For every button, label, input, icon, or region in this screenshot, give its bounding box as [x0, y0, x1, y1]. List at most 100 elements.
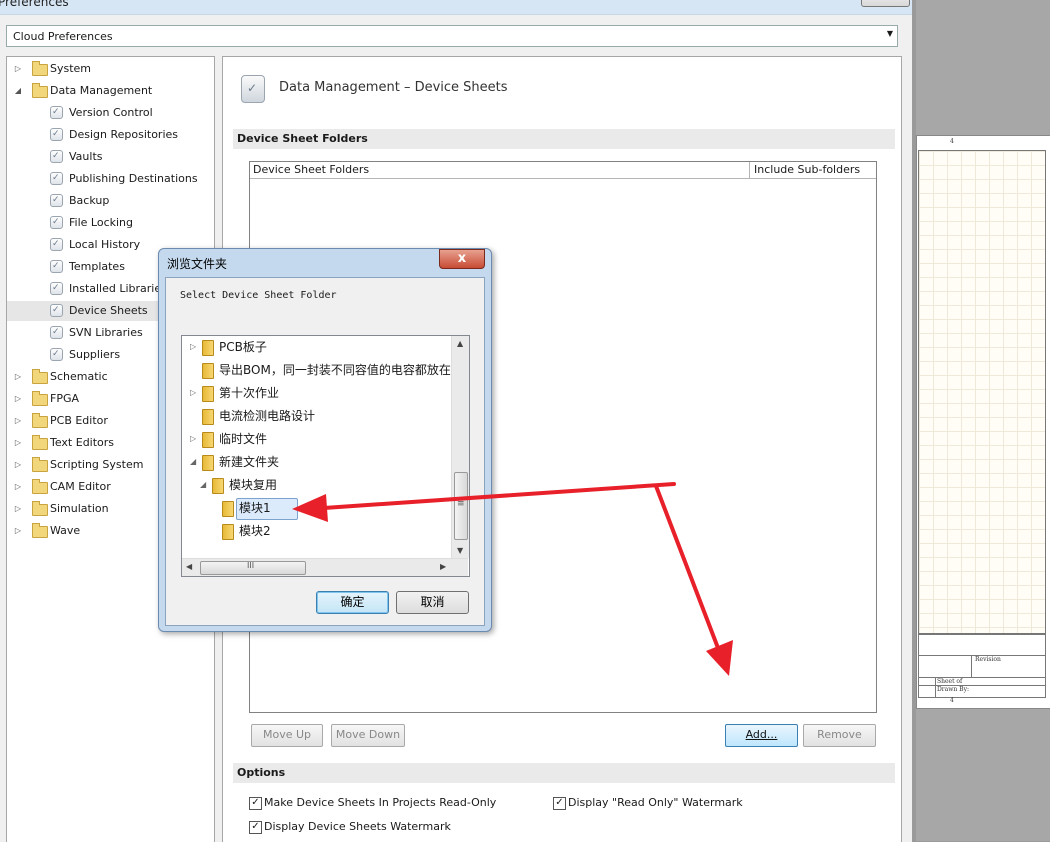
- folder-item[interactable]: ◢ 新建文件夹: [190, 452, 450, 472]
- window-close-button[interactable]: [861, 0, 910, 7]
- folder-item-label: 第十次作业: [219, 386, 280, 400]
- folder-item[interactable]: ▷ 临时文件: [190, 429, 450, 449]
- tree-item[interactable]: ▷ System: [7, 59, 212, 79]
- horizontal-scroll-thumb[interactable]: III: [200, 561, 306, 575]
- tree-item[interactable]: Design Repositories: [7, 124, 212, 145]
- tree-item[interactable]: File Locking: [7, 212, 212, 233]
- tree-item-label: Device Sheets: [69, 304, 148, 317]
- folder-icon: [202, 386, 214, 402]
- column-divider[interactable]: [749, 162, 750, 178]
- expand-icon[interactable]: ▷: [190, 429, 196, 449]
- collapse-icon[interactable]: ◢: [190, 452, 196, 472]
- collapse-icon[interactable]: ◢: [13, 81, 23, 101]
- remove-button[interactable]: Remove: [803, 724, 876, 747]
- sheet-title-block: Revision Sheet of Drawn By:: [918, 634, 1046, 698]
- expand-icon[interactable]: ▷: [13, 367, 23, 387]
- folder-item[interactable]: ▷ 第十次作业: [190, 383, 450, 403]
- page-icon: [50, 102, 63, 122]
- scroll-down-icon[interactable]: ▼: [457, 546, 463, 555]
- page-icon: [241, 75, 265, 103]
- expand-icon[interactable]: ▷: [13, 477, 23, 497]
- tree-item[interactable]: ◢ Data Management: [7, 81, 212, 101]
- folder-icon: [212, 478, 224, 494]
- sheet-column-number: 4: [950, 138, 954, 145]
- move-down-button[interactable]: Move Down: [331, 724, 405, 747]
- folder-icon: [202, 340, 214, 356]
- preference-set-dropdown[interactable]: Cloud Preferences ▼: [6, 25, 898, 47]
- scroll-right-icon[interactable]: ▶: [440, 562, 446, 571]
- read-only-watermark-checkbox-label: Display "Read Only" Watermark: [568, 796, 743, 809]
- folder-icon: [32, 369, 48, 384]
- folder-item-label: 模块复用: [229, 478, 278, 492]
- browse-folder-dialog: 浏览文件夹 x Select Device Sheet Folder ▷ PCB板…: [158, 248, 492, 632]
- folder-item-label: 电流检测电路设计: [219, 409, 316, 423]
- folder-tree[interactable]: ▷ PCB板子 导出BOM，同一封装不同容值的电容都放在 ▷ 第十次作业电流检测电路设计…: [181, 335, 470, 577]
- tree-item[interactable]: Vaults: [7, 146, 212, 167]
- folder-icon: [32, 523, 48, 538]
- page-icon: [50, 300, 63, 320]
- dialog-body: Select Device Sheet Folder ▷ PCB板子 导出BOM，同…: [165, 277, 485, 626]
- cancel-button[interactable]: 取消: [396, 591, 469, 614]
- tree-item-label: CAM Editor: [50, 480, 111, 493]
- expand-icon[interactable]: ▷: [13, 59, 23, 79]
- vertical-scroll-thumb[interactable]: ≡: [454, 472, 468, 540]
- tree-item[interactable]: Backup: [7, 190, 212, 211]
- folder-item[interactable]: 模块2: [210, 521, 450, 541]
- column-header-include-subfolders[interactable]: Include Sub-folders: [754, 163, 860, 176]
- ok-button[interactable]: 确定: [316, 591, 389, 614]
- close-icon: x: [457, 251, 467, 266]
- column-header-folders[interactable]: Device Sheet Folders: [253, 163, 369, 176]
- tree-item-label: Text Editors: [50, 436, 115, 449]
- read-only-watermark-checkbox[interactable]: ✓: [553, 797, 566, 810]
- folder-item[interactable]: ◢ 模块复用: [200, 475, 450, 495]
- scroll-up-icon[interactable]: ▲: [457, 339, 463, 348]
- collapse-icon[interactable]: ◢: [200, 475, 206, 495]
- expand-icon[interactable]: ▷: [13, 455, 23, 475]
- expand-icon[interactable]: ▷: [13, 389, 23, 409]
- expand-icon[interactable]: ▷: [190, 337, 196, 357]
- vertical-scrollbar[interactable]: ▲ ≡ ▼: [451, 336, 469, 558]
- page-icon: [50, 168, 63, 188]
- folder-icon: [32, 479, 48, 494]
- folder-icon: [202, 432, 214, 448]
- sheet-column-number-bottom: 4: [950, 697, 954, 704]
- add-button[interactable]: Add...: [725, 724, 798, 747]
- grip-icon: ≡: [457, 499, 465, 509]
- dropdown-arrow-icon[interactable]: ▼: [887, 29, 893, 38]
- options-section-header: Options: [233, 763, 895, 783]
- expand-icon[interactable]: ▷: [13, 433, 23, 453]
- tree-item-label: File Locking: [69, 216, 133, 229]
- folder-item[interactable]: 导出BOM，同一封装不同容值的电容都放在: [190, 360, 451, 380]
- folder-icon: [32, 413, 48, 428]
- scroll-left-icon[interactable]: ◀: [186, 562, 192, 571]
- expand-icon[interactable]: ▷: [13, 499, 23, 519]
- grip-icon: III: [247, 561, 255, 570]
- page-icon: [50, 278, 63, 298]
- folder-item-label: 新建文件夹: [219, 455, 280, 469]
- move-up-button[interactable]: Move Up: [251, 724, 323, 747]
- folder-item[interactable]: 电流检测电路设计: [190, 406, 450, 426]
- folder-icon: [202, 409, 214, 425]
- horizontal-scrollbar[interactable]: ◀ III ▶: [182, 558, 468, 576]
- expand-icon[interactable]: ▷: [13, 521, 23, 541]
- tree-item[interactable]: Publishing Destinations: [7, 168, 212, 189]
- device-sheets-watermark-checkbox-label: Display Device Sheets Watermark: [264, 820, 451, 833]
- tree-item-label: Scripting System: [50, 458, 144, 471]
- folder-icon: [222, 501, 234, 517]
- tree-item-label: SVN Libraries: [69, 326, 143, 339]
- expand-icon[interactable]: ▷: [190, 383, 196, 403]
- folder-icon: [222, 524, 234, 540]
- folder-item[interactable]: 模块1: [210, 498, 450, 520]
- revision-label: Revision: [975, 656, 1001, 663]
- page-icon: [50, 344, 63, 364]
- tree-item-label: Suppliers: [69, 348, 121, 361]
- expand-icon[interactable]: ▷: [13, 411, 23, 431]
- page-icon: [50, 256, 63, 276]
- device-sheets-watermark-checkbox[interactable]: ✓: [249, 821, 262, 834]
- read-only-checkbox[interactable]: ✓: [249, 797, 262, 810]
- tree-item[interactable]: Version Control: [7, 102, 212, 123]
- dialog-close-button[interactable]: x: [439, 249, 485, 269]
- dialog-instruction: Select Device Sheet Folder: [180, 290, 337, 301]
- folder-icon: [32, 61, 48, 76]
- folder-item[interactable]: ▷ PCB板子: [190, 337, 450, 357]
